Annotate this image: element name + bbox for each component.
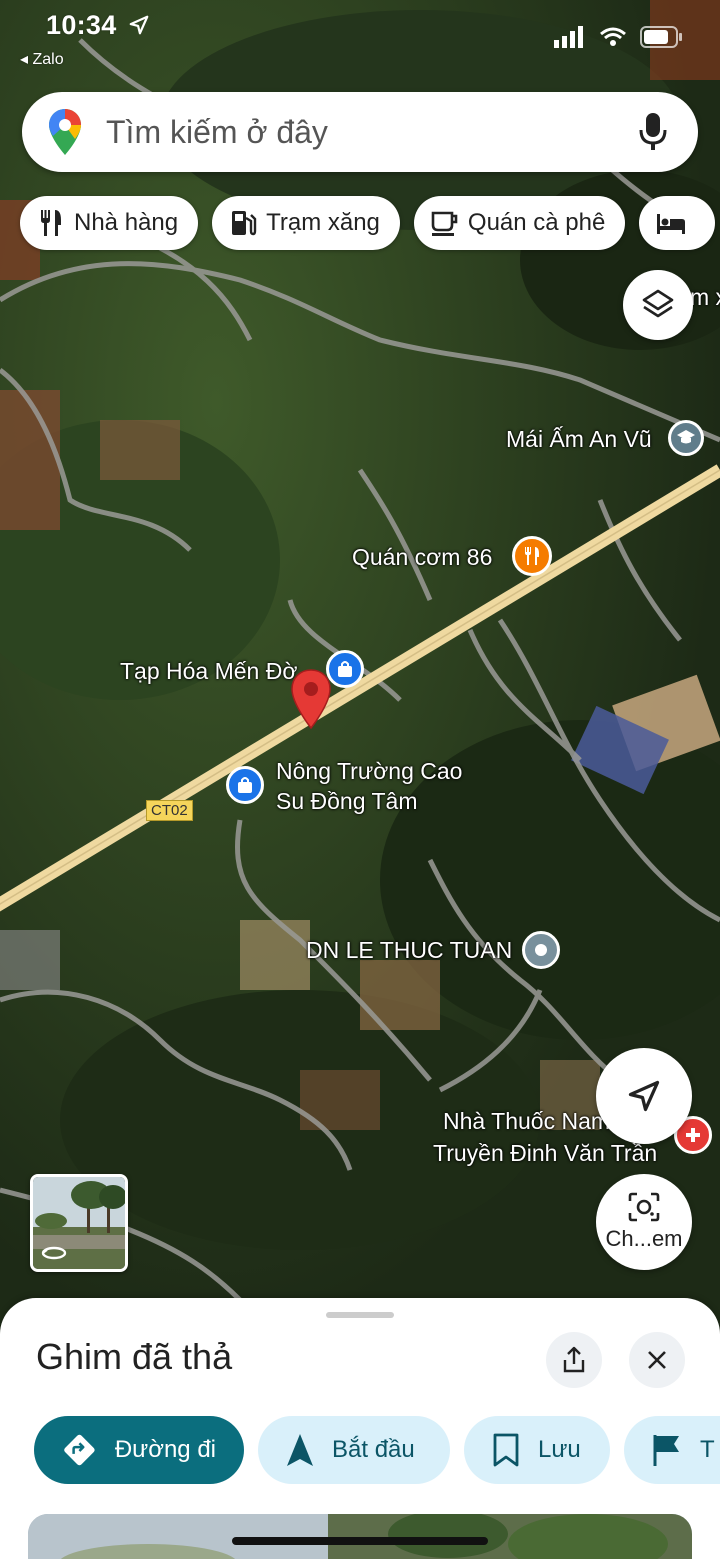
share-button[interactable] — [546, 1332, 602, 1388]
chip-hotels[interactable] — [639, 196, 716, 250]
chip-gas-stations[interactable]: Trạm xăng — [212, 196, 400, 250]
chip-restaurants[interactable]: Nhà hàng — [20, 196, 199, 250]
status-time: 10:34 — [46, 10, 117, 40]
battery-icon — [640, 26, 682, 48]
hotel-icon — [657, 214, 686, 234]
category-chips: Nhà hàng Trạm xăng Quán cà phê — [20, 196, 716, 250]
close-icon — [648, 1351, 666, 1369]
restaurant-icon — [41, 210, 61, 236]
gas-station-icon — [232, 211, 257, 236]
share-icon — [563, 1346, 585, 1373]
sheet-drag-handle[interactable] — [326, 1312, 394, 1318]
my-location-button[interactable] — [596, 1048, 692, 1144]
poi-label-tap-hoa[interactable]: Tạp Hóa Mến Đờ — [120, 656, 297, 686]
street-view-thumbnail[interactable] — [30, 1174, 128, 1272]
satellite-map[interactable]: 10:34 ◂ Zalo Tìm kiếm ở đây Nhà hàng Trạ… — [0, 0, 720, 1340]
label-button[interactable]: T — [624, 1416, 720, 1484]
start-button[interactable]: Bắt đầu — [258, 1416, 450, 1484]
rotate-360-icon — [41, 1245, 67, 1261]
close-button[interactable] — [629, 1332, 685, 1388]
sheet-title: Ghim đã thả — [36, 1336, 233, 1377]
map-label-edge: m x — [690, 284, 720, 310]
flag-icon — [653, 1435, 679, 1466]
action-label: Đường đi — [114, 1436, 216, 1463]
wifi-icon — [600, 27, 626, 46]
poi-label-nha-thuoc-line1[interactable]: Nhà Thuốc Nam — [443, 1106, 610, 1136]
coffee-icon — [431, 211, 458, 236]
signal-icon — [554, 26, 583, 48]
poi-label-mai-am[interactable]: Mái Ấm An Vũ — [506, 424, 652, 454]
status-icons — [554, 26, 684, 48]
poi-label-nong-truong-line1[interactable]: Nông Trường Cao — [276, 756, 462, 786]
action-label: T — [700, 1436, 715, 1463]
lens-label: Ch...em — [605, 1226, 683, 1251]
school-icon[interactable] — [668, 420, 704, 456]
navigation-arrow-icon — [287, 1434, 313, 1466]
directions-button[interactable]: Đường đi — [34, 1416, 244, 1484]
bottom-sheet: Ghim đã thả Đường đi Bắt đầu Lưu T — [0, 1298, 720, 1559]
action-label: Bắt đầu — [332, 1436, 415, 1463]
restaurant-pin-icon[interactable] — [512, 536, 552, 576]
save-button[interactable]: Lưu — [464, 1416, 610, 1484]
search-bar[interactable]: Tìm kiếm ở đây — [22, 92, 698, 172]
place-pin-icon[interactable] — [522, 931, 560, 969]
poi-label-nha-thuoc-line2[interactable]: Truyền Đinh Văn Trần — [433, 1138, 657, 1168]
poi-label-nong-truong-line2[interactable]: Su Đồng Tâm — [276, 786, 417, 816]
microphone-icon[interactable] — [638, 112, 668, 152]
action-label: Lưu — [538, 1436, 581, 1463]
road-shield-ct02: CT02 — [146, 800, 193, 821]
layers-button[interactable] — [623, 270, 693, 340]
chip-label: Quán cà phê — [467, 209, 606, 236]
location-arrow-icon — [128, 14, 150, 36]
home-indicator[interactable] — [232, 1537, 488, 1545]
layers-icon — [642, 289, 674, 318]
poi-label-quan-com[interactable]: Quán cơm 86 — [352, 542, 492, 572]
directions-icon — [64, 1434, 95, 1466]
bookmark-icon — [493, 1433, 519, 1467]
lens-button[interactable]: Ch...em — [596, 1174, 692, 1270]
back-to-app-link[interactable]: ◂ Zalo — [20, 49, 64, 69]
action-buttons: Đường đi Bắt đầu Lưu T — [34, 1416, 720, 1484]
camera-lens-icon — [628, 1192, 660, 1222]
navigation-arrow-icon — [628, 1080, 660, 1112]
google-maps-pin-icon — [48, 108, 82, 156]
chip-label: Trạm xăng — [266, 209, 380, 236]
dropped-pin-icon[interactable] — [290, 668, 332, 730]
shopping-bag-icon[interactable] — [226, 766, 264, 804]
poi-label-dn[interactable]: DN LE THUC TUAN — [306, 935, 512, 965]
chip-label: Nhà hàng — [74, 209, 179, 236]
search-placeholder: Tìm kiếm ở đây — [106, 113, 328, 150]
chip-coffee[interactable]: Quán cà phê — [413, 196, 626, 250]
